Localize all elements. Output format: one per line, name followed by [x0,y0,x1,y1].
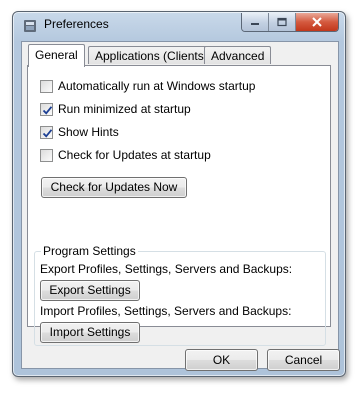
tab-applications-clients[interactable]: Applications (Clients) [88,46,215,64]
import-settings-button[interactable]: Import Settings [40,322,140,343]
minimize-button[interactable] [242,13,269,31]
import-label: Import Profiles, Settings, Servers and B… [40,304,292,318]
minimize-icon [251,23,259,25]
preferences-window: Preferences General Applications (Client… [12,11,346,377]
option-show-hints[interactable]: Show Hints [40,124,119,140]
general-tab-panel: Automatically run at Windows startup Run… [27,65,331,346]
app-icon [24,20,36,32]
caption-buttons [241,13,339,32]
close-button[interactable] [296,13,338,31]
tab-general[interactable]: General [28,44,85,67]
option-label: Check for Updates at startup [58,148,211,162]
cancel-button[interactable]: Cancel [267,349,340,371]
maximize-button[interactable] [269,13,296,31]
dialog-client-area: General Applications (Clients) Advanced … [21,41,340,371]
program-settings-group: Program Settings Export Profiles, Settin… [34,244,326,346]
tab-advanced[interactable]: Advanced [204,46,272,64]
checkbox[interactable] [40,79,53,93]
ok-button[interactable]: OK [185,349,258,371]
check-updates-now-button[interactable]: Check for Updates Now [41,177,187,198]
option-label: Show Hints [58,125,119,139]
checkbox[interactable] [40,102,53,116]
group-title: Program Settings [41,244,138,258]
close-icon [312,17,322,27]
option-check-updates-startup[interactable]: Check for Updates at startup [40,147,211,163]
checkbox[interactable] [40,125,53,139]
option-run-minimized[interactable]: Run minimized at startup [40,101,191,117]
checkmark-icon [42,105,53,115]
checkbox[interactable] [40,148,53,162]
option-run-at-startup[interactable]: Automatically run at Windows startup [40,78,255,94]
option-label: Automatically run at Windows startup [58,79,256,93]
option-label: Run minimized at startup [58,102,191,116]
export-label: Export Profiles, Settings, Servers and B… [40,262,293,276]
export-settings-button[interactable]: Export Settings [40,280,140,301]
window-title: Preferences [44,17,109,31]
title-bar[interactable]: Preferences [13,12,345,38]
checkmark-icon [42,128,53,138]
maximize-icon [277,17,287,27]
